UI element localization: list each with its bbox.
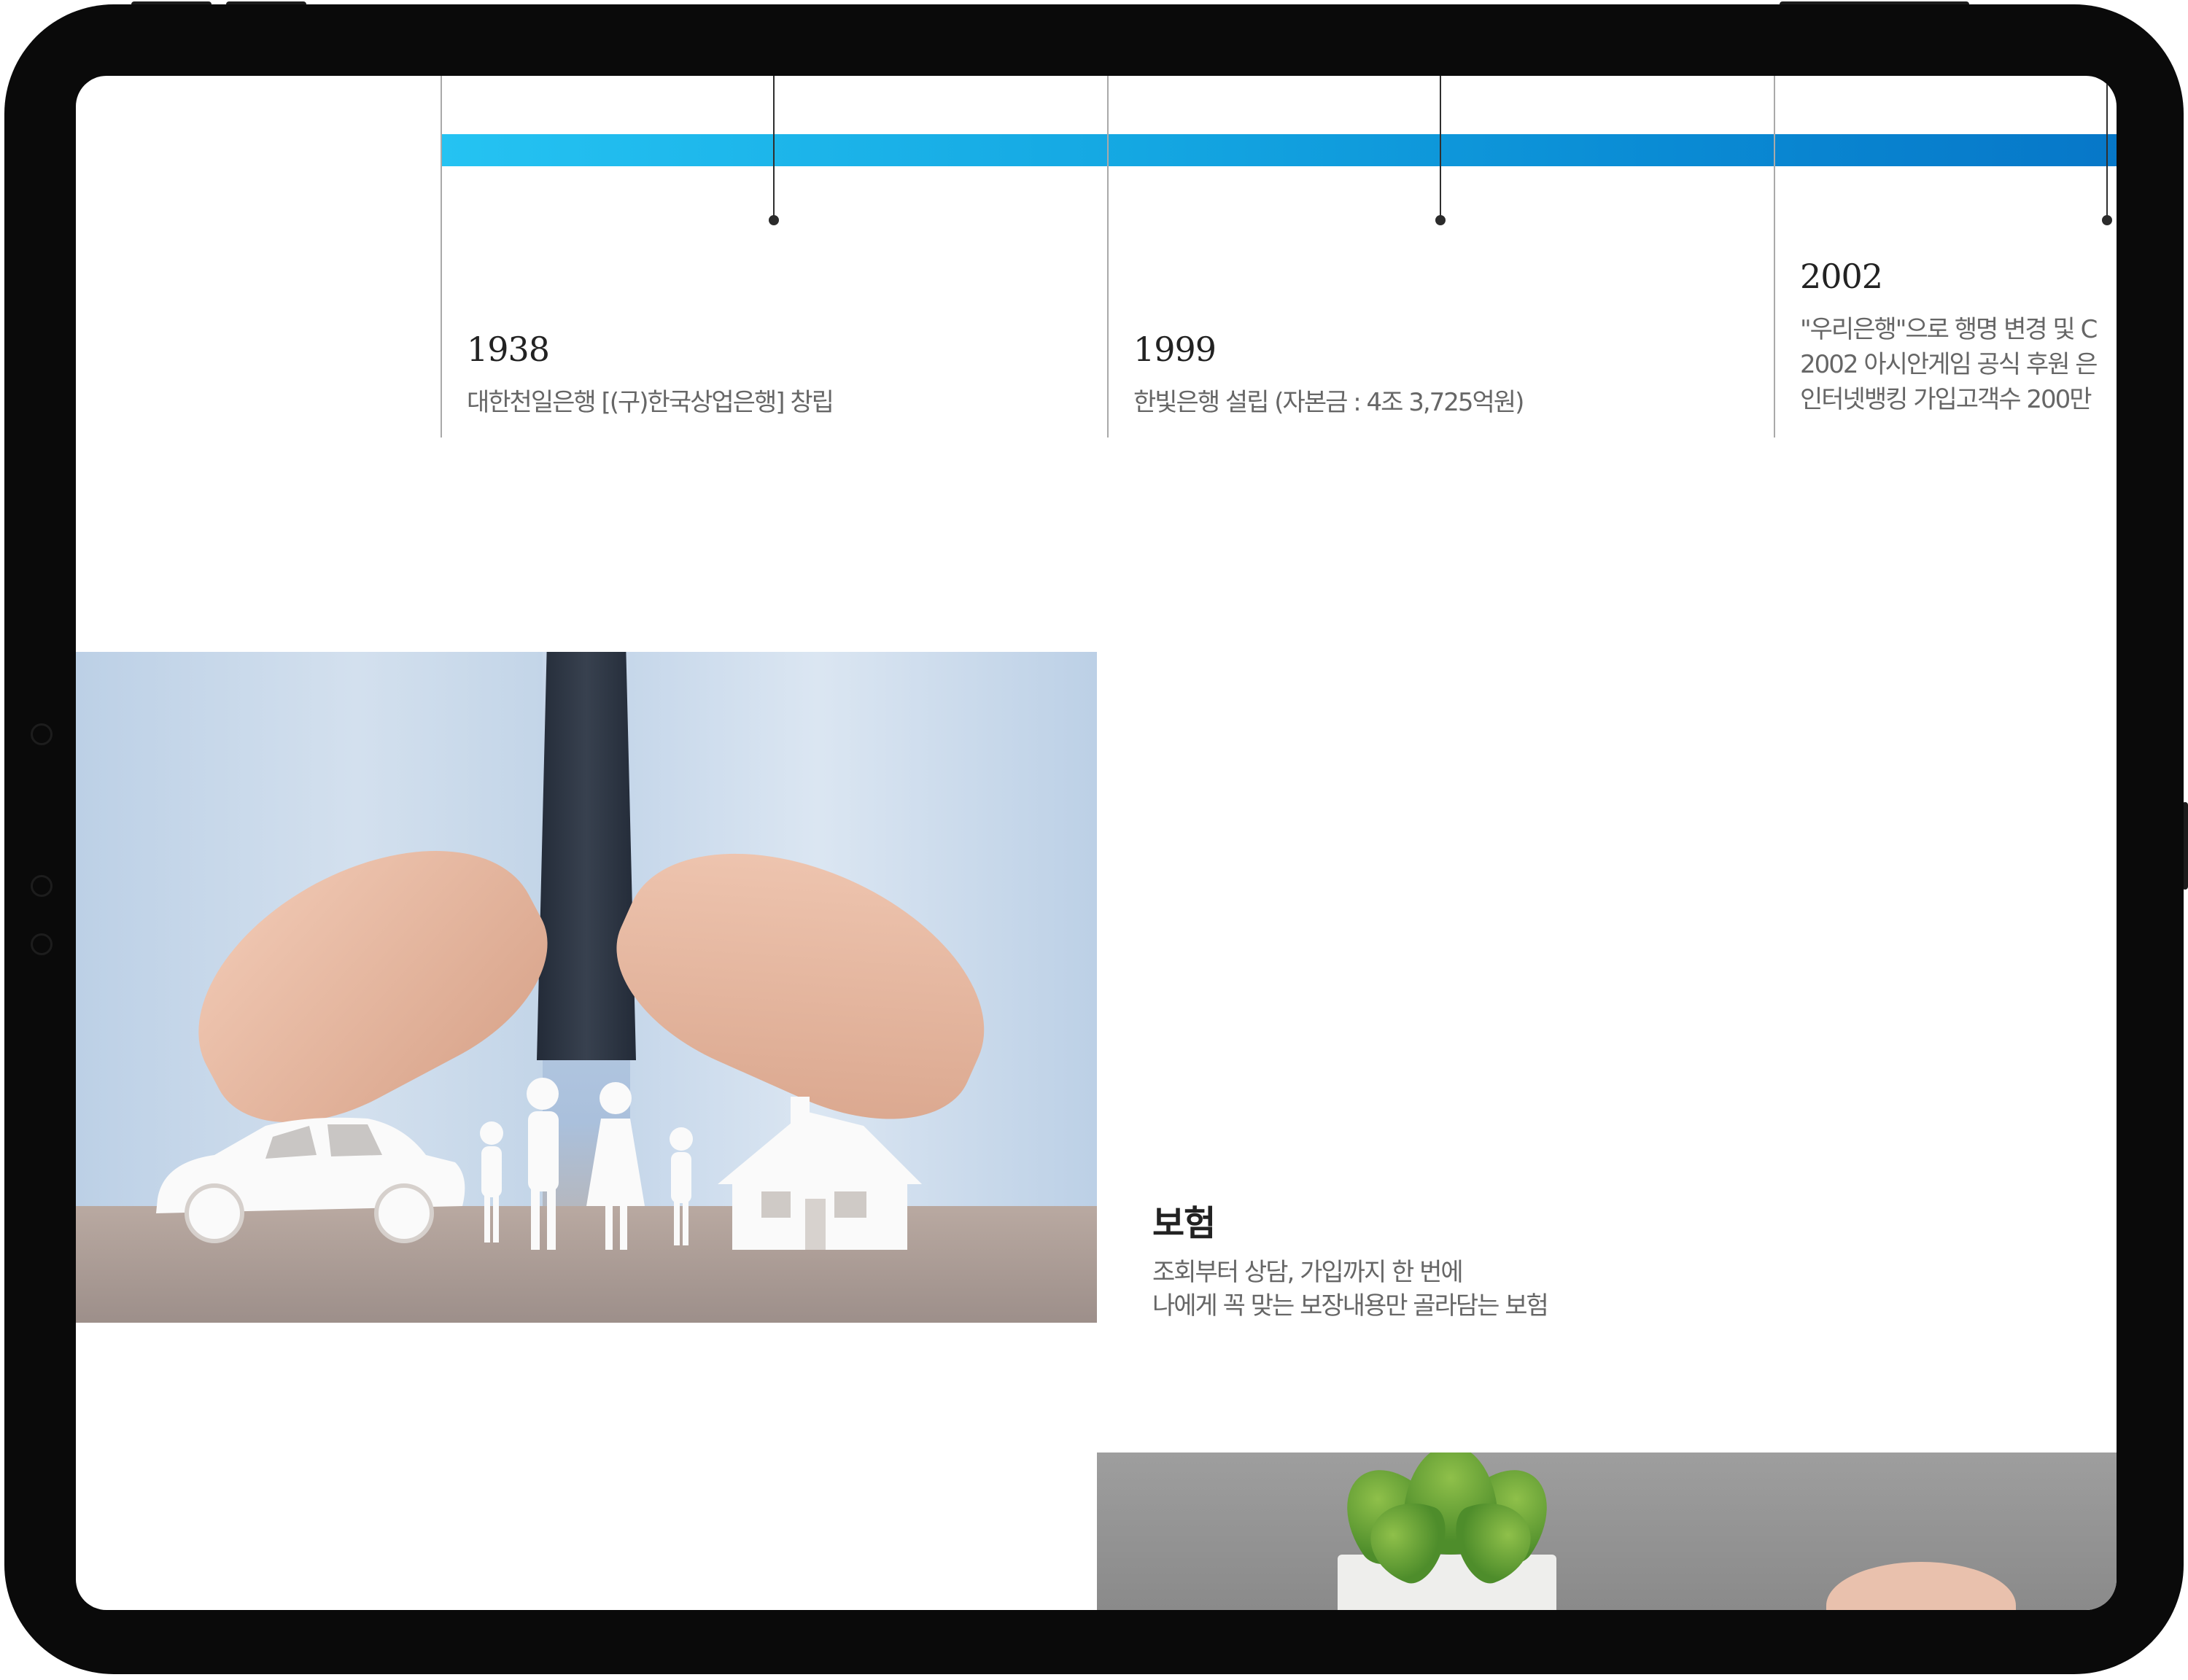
timeline-entry-2002: 2002 "우리은행"으로 행명 변경 및 C 2002 아시안게임 공식 후원… bbox=[1800, 257, 2117, 417]
timeline-divider bbox=[441, 76, 442, 438]
paper-cutout-family-icon bbox=[156, 1078, 922, 1250]
timeline-stem bbox=[1440, 76, 1441, 222]
timeline-description: 2002 아시안게임 공식 후원 은 bbox=[1800, 350, 2098, 379]
insurance-title: 보험 bbox=[1152, 1203, 1216, 1244]
device-sensor bbox=[31, 875, 53, 897]
timeline-dot bbox=[2102, 215, 2112, 225]
timeline-description: 인터넷뱅킹 가입고객수 200만 bbox=[1800, 385, 2092, 414]
timeline-year: 2002 bbox=[1800, 257, 1883, 296]
timeline-description: "우리은행"으로 행명 변경 및 C bbox=[1800, 315, 2098, 344]
device-sensor bbox=[31, 933, 53, 955]
timeline-year: 1938 bbox=[467, 330, 550, 369]
timeline-year: 1999 bbox=[1133, 330, 1217, 369]
device-sensor bbox=[31, 723, 53, 745]
timeline-entry-1999: 1999 한빛은행 설립 (자본금 : 4조 3,725억원) bbox=[1133, 330, 1524, 420]
timeline-entry-1938: 1938 대한천일은행 [(구)한국상업은행] 창립 bbox=[467, 330, 834, 420]
insurance-description-line: 나에게 꼭 맞는 보장내용만 골라담는 보험 bbox=[1152, 1291, 1549, 1321]
timeline-dot bbox=[769, 215, 779, 225]
timeline-description: 한빛은행 설립 (자본금 : 4조 3,725억원) bbox=[1133, 388, 1524, 417]
photo-hand bbox=[1826, 1562, 2016, 1610]
plant-photo bbox=[1097, 1452, 2117, 1610]
timeline-bar bbox=[441, 134, 2117, 166]
timeline-stem bbox=[773, 76, 775, 222]
timeline-stem bbox=[2106, 76, 2108, 222]
insurance-photo bbox=[76, 652, 1097, 1323]
timeline-divider bbox=[1774, 76, 1775, 438]
timeline-description: 대한천일은행 [(구)한국상업은행] 창립 bbox=[467, 388, 834, 417]
photo-pot bbox=[1338, 1555, 1556, 1610]
insurance-description: 조회부터 상담, 가입까지 한 번에 나에게 꼭 맞는 보장내용만 골라담는 보… bbox=[1152, 1256, 1549, 1323]
timeline-dot bbox=[1435, 215, 1446, 225]
screen: 1938 대한천일은행 [(구)한국상업은행] 창립 1999 한빛은행 설립 … bbox=[76, 76, 2117, 1610]
insurance-description-line: 조회부터 상담, 가입까지 한 번에 bbox=[1152, 1258, 1464, 1287]
tablet-device-frame: 1938 대한천일은행 [(구)한국상업은행] 창립 1999 한빛은행 설립 … bbox=[0, 0, 2188, 1680]
timeline-divider bbox=[1107, 76, 1109, 438]
